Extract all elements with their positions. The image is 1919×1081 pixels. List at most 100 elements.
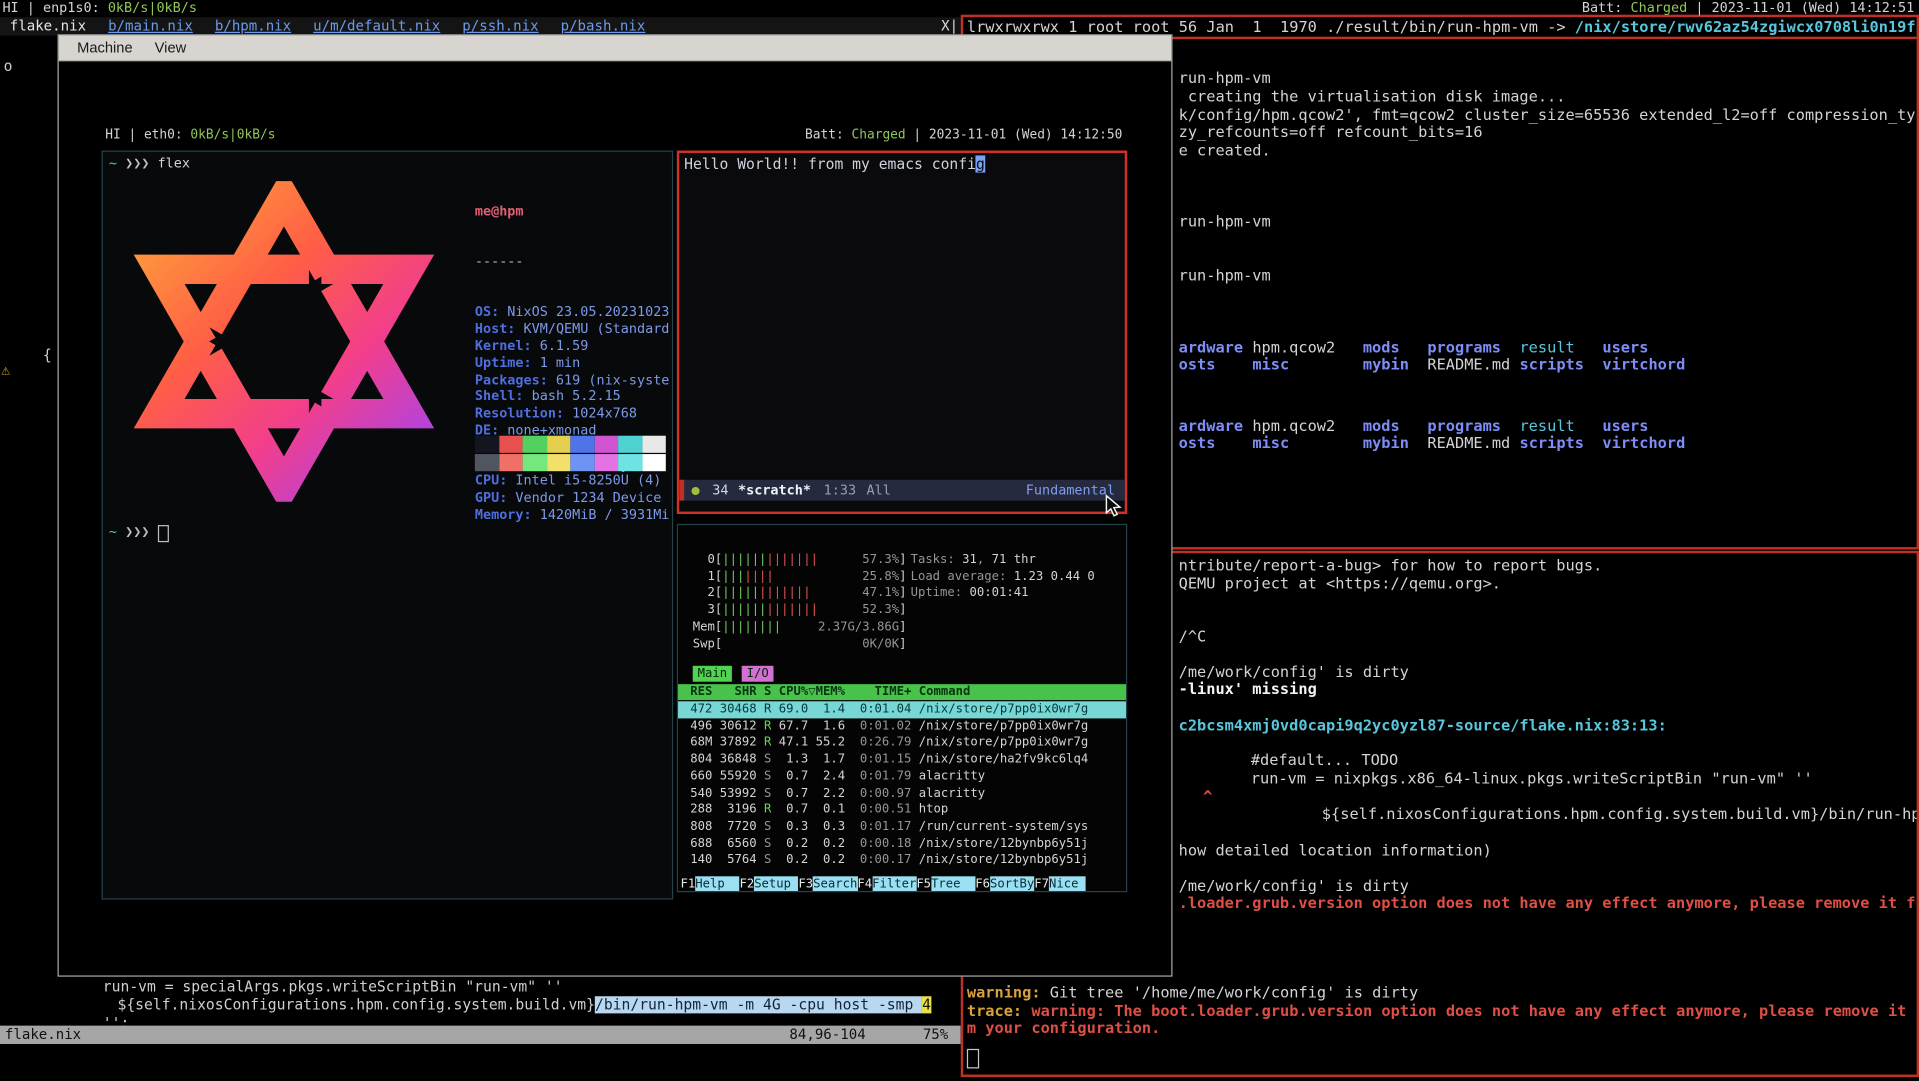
process-row[interactable]: 688 6560 S 0.2 0.2 0:00.18 /nix/store/12… <box>678 835 1126 852</box>
process-row[interactable]: 540 53992 S 0.7 2.2 0:00.97 alacritty <box>678 785 1126 802</box>
cpu-memory-meter: 0[||||||||||||| 57.3%] <box>693 552 907 568</box>
fn-label-tree[interactable]: Tree <box>931 876 975 892</box>
desktop: HI | enp1s0: 0kB/s|0kB/s Batt: Charged |… <box>0 0 1919 1081</box>
palette-swatch <box>618 454 642 471</box>
modeline-position: 1:33 <box>824 480 856 501</box>
htop-stat-line: Tasks: 31, 71 thr <box>911 552 1036 568</box>
fetch-field: CPU: Intel i5-8250U (4) <box>475 473 670 490</box>
process-row[interactable]: 288 3196 R 0.7 0.1 0:00.51 htop <box>678 802 1126 819</box>
terminal-line: #default... TODO <box>1251 751 1398 768</box>
terminal-line: run-hpm-vm <box>1179 267 1271 284</box>
process-row[interactable]: 140 5764 S 0.2 0.2 0:00.17 /nix/store/12… <box>678 852 1126 869</box>
fetch-user-host: me@hpm <box>475 203 670 220</box>
process-row[interactable]: 660 55920 S 0.7 2.4 0:01.79 alacritty <box>678 768 1126 785</box>
terminal-line: run-vm = nixpkgs.x86_64-linux.pkgs.write… <box>1251 770 1813 787</box>
modeline-dot-icon: ● <box>692 480 700 501</box>
fetch-field: Resolution: 1024x768 <box>475 405 670 422</box>
fn-key-f2[interactable]: F2 <box>739 876 754 892</box>
fn-key-f3[interactable]: F3 <box>798 876 813 892</box>
terminal-line: QEMU project at <https://qemu.org>. <box>1179 575 1501 592</box>
palette-swatch <box>546 436 570 453</box>
fn-key-f7[interactable]: F7 <box>1034 876 1049 892</box>
shell-prompt-line: ~ ❯❯❯ flex <box>109 155 190 171</box>
vm-network-status: HI | eth0: 0kB/s|0kB/s <box>105 127 275 143</box>
fetch-field: Host: KVM/QEMU (Standard <box>475 321 670 338</box>
fetch-field: Uptime: 1 min <box>475 355 670 372</box>
palette-swatch <box>546 454 570 471</box>
terminal-line: c2bcsm4xmj0vd0capi9q2yc0yzl87-source/fla… <box>1179 717 1667 734</box>
terminal-line: m your configuration. <box>967 1020 1160 1037</box>
terminal-line: ardware hpm.qcow2 mods programs result u… <box>1179 417 1649 434</box>
palette-swatch <box>475 454 499 471</box>
fn-label-search[interactable]: Search <box>813 876 857 892</box>
fn-key-f1[interactable]: F1 <box>680 876 695 892</box>
fn-label-nice[interactable]: Nice <box>1049 876 1086 892</box>
fn-label-filter[interactable]: Filter <box>872 876 916 892</box>
htop-function-key-bar: F1Help F2Setup F3SearchF4FilterF5Tree F6… <box>680 876 1085 892</box>
htop-tab-io[interactable]: I/O <box>742 666 774 682</box>
vim-statusline: flake.nix 84,96-104 75% <box>0 1026 961 1044</box>
fn-key-f4[interactable]: F4 <box>857 876 872 892</box>
close-icon[interactable]: X| <box>941 17 958 35</box>
fetch-field: Memory: 1420MiB / 3931Mi <box>475 507 670 524</box>
network-status: HI | enp1s0: 0kB/s|0kB/s <box>2 0 197 16</box>
emacs-cursor: g <box>976 155 985 172</box>
terminal-line: ^ <box>1203 788 1212 805</box>
terminal-line: run-hpm-vm <box>1179 70 1271 87</box>
process-row[interactable]: 472 30468 R 69.0 1.4 0:01.04 /nix/store/… <box>678 701 1126 718</box>
terminal-line: how detailed location information) <box>1179 842 1492 859</box>
terminal-line: run-hpm-vm <box>1179 213 1271 230</box>
statusline-scroll-percent: 75% <box>923 1026 948 1044</box>
fn-key-f6[interactable]: F6 <box>975 876 990 892</box>
terminal-line: warning: Git tree '/home/me/work/config'… <box>967 984 1418 1001</box>
terminal-line: /me/work/config' is dirty <box>1179 878 1409 895</box>
modeline-number: 34 <box>712 480 728 501</box>
palette-swatch <box>594 436 618 453</box>
vm-htop-pane[interactable]: 0[||||||||||||| 57.3%] 1[||||||| 25.8%] … <box>677 524 1127 892</box>
fetch-field: Kernel: 6.1.59 <box>475 338 670 355</box>
terminal-line: /me/work/config' is dirty <box>1179 663 1409 680</box>
shell-prompt-line: ~ ❯❯❯ <box>109 524 169 542</box>
terminal-line: k/config/hpm.qcow2', fmt=qcow2 cluster_s… <box>1179 106 1919 123</box>
vm-battery-clock-status: Batt: Charged | 2023-11-01 (Wed) 14:12:5… <box>805 127 1122 143</box>
cpu-memory-meter: 1[||||||| 25.8%] <box>693 569 907 585</box>
terminal-line: creating the virtualisation disk image..… <box>1179 88 1566 105</box>
qemu-window[interactable]: Machine View HI | eth0: 0kB/s|0kB/s Batt… <box>58 34 1173 976</box>
terminal-line: /^C <box>1179 628 1207 645</box>
palette-swatch <box>523 454 547 471</box>
process-row[interactable]: 808 7720 S 0.3 0.3 0:01.17 /run/current-… <box>678 819 1126 836</box>
palette-swatch <box>642 454 666 471</box>
vm-terminal-pane[interactable]: me@hpm ------ OS: NixOS 23.05.20231023Ho… <box>102 151 674 900</box>
menu-machine[interactable]: Machine <box>66 39 144 56</box>
process-row[interactable]: 496 30612 R 67.7 1.6 0:01.02 /nix/store/… <box>678 718 1126 735</box>
htop-tab-main[interactable]: Main <box>693 666 732 682</box>
fn-label-help[interactable]: Help <box>695 876 739 892</box>
cpu-memory-meter: Mem[|||||||| 2.37G/3.86G] <box>693 619 907 635</box>
terminal-line: -linux' missing <box>1179 680 1317 697</box>
terminal-line: ${self.nixosConfigurations.hpm.config.sy… <box>1322 805 1919 822</box>
fn-label-sortby[interactable]: SortBy <box>990 876 1034 892</box>
terminal-line: .loader.grub.version option does not hav… <box>1179 895 1919 912</box>
fn-key-f5[interactable]: F5 <box>916 876 931 892</box>
terminal-palette-row-normal <box>475 436 666 453</box>
htop-stat-line: Uptime: 00:01:41 <box>911 585 1029 601</box>
nixos-logo <box>117 181 450 502</box>
terminal-line: osts misc mybin README.md scripts virtch… <box>1179 434 1686 451</box>
editor-code-line: ${self.nixosConfigurations.hpm.config.sy… <box>117 996 931 1013</box>
fn-label-setup[interactable]: Setup <box>754 876 798 892</box>
vm-display[interactable]: HI | eth0: 0kB/s|0kB/s Batt: Charged | 2… <box>102 127 1128 902</box>
fetch-field: Shell: bash 5.2.15 <box>475 388 670 405</box>
palette-swatch <box>570 436 594 453</box>
fetch-field: OS: NixOS 23.05.20231023 <box>475 304 670 321</box>
battery-clock-status: Batt: Charged | 2023-11-01 (Wed) 14:12:5… <box>1582 0 1914 16</box>
mouse-cursor-icon <box>1105 494 1122 518</box>
process-row[interactable]: 804 36848 S 1.3 1.7 0:01.15 /nix/store/h… <box>678 752 1126 769</box>
emacs-modeline: ● 34 *scratch* 1:33 All Fundamental <box>679 480 1124 501</box>
fetch-field: GPU: Vendor 1234 Device <box>475 490 670 507</box>
menu-view[interactable]: View <box>144 39 198 56</box>
terminal-line: zy_refcounts=off refcount_bits=16 <box>1179 124 1483 141</box>
process-row[interactable]: 68M 37892 R 47.1 55.2 0:26.79 /nix/store… <box>678 735 1126 752</box>
vm-emacs-pane[interactable]: Hello World!! from my emacs config ● 34 … <box>677 151 1127 514</box>
terminal-line: osts misc mybin README.md scripts virtch… <box>1179 356 1686 373</box>
modeline-buffer-name: *scratch* <box>738 480 811 501</box>
